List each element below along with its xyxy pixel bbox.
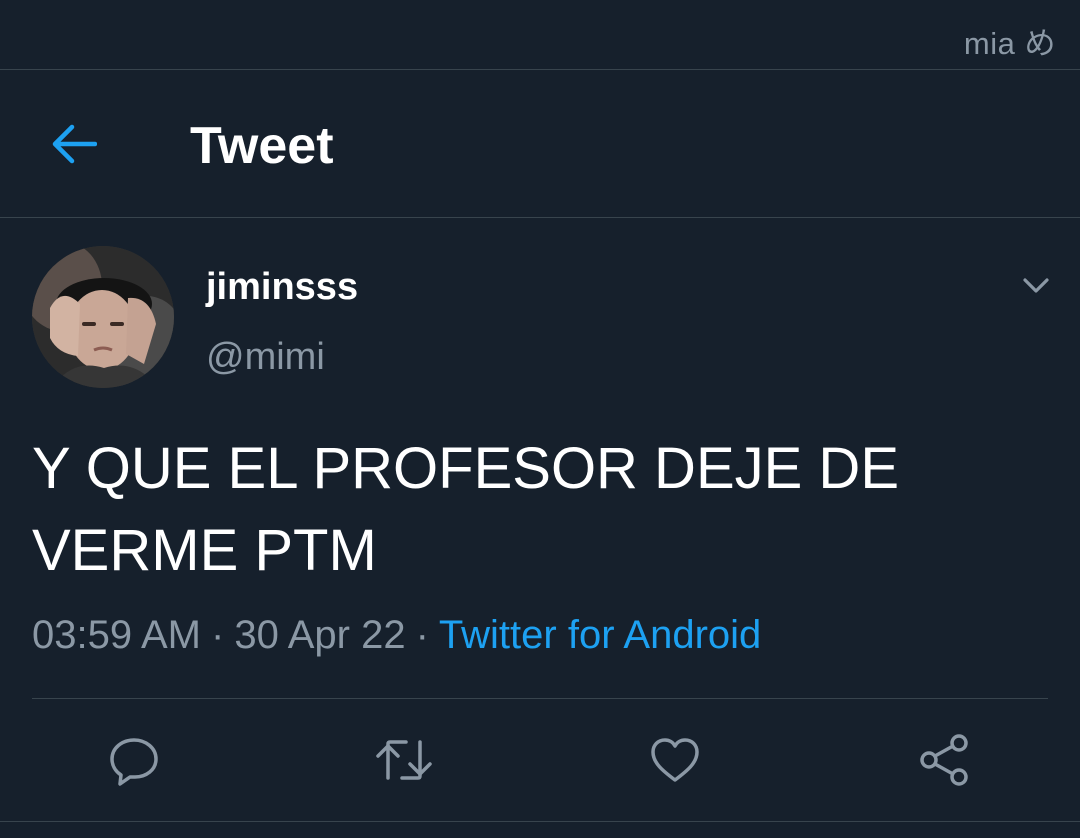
bottom-divider [0, 821, 1080, 822]
back-button[interactable] [44, 114, 104, 174]
chevron-down-icon [1023, 278, 1049, 293]
tweet-text: Y QUE EL PROFESOR DEJE DE VERME PTM [32, 436, 899, 583]
action-bar [0, 720, 1080, 800]
like-button[interactable] [645, 730, 705, 790]
tweet-date: 30 Apr 22 [234, 613, 406, 657]
page-title: Tweet [190, 117, 334, 175]
reply-button[interactable] [104, 730, 164, 790]
watermark-text: mia め [963, 26, 1056, 61]
tweet-page: mia め Tweet jiminsss @mimi Y QUE EL PROF… [0, 0, 1080, 838]
share-button[interactable] [915, 730, 975, 790]
meta-separator: · [211, 613, 225, 657]
arrow-left-icon [52, 124, 97, 164]
meta-divider [32, 698, 1048, 699]
display-name[interactable]: jiminsss [206, 266, 358, 309]
header-divider [0, 217, 1080, 218]
meta-separator: · [415, 613, 429, 657]
more-options-button[interactable] [1014, 266, 1058, 306]
retweet-icon [376, 740, 432, 780]
tweet-time: 03:59 AM [32, 613, 202, 657]
tweet-source-link[interactable]: Twitter for Android [439, 613, 761, 657]
reply-icon [110, 738, 158, 786]
tweet-meta: 03:59 AM · 30 Apr 22 · Twitter for Android [32, 613, 761, 658]
app-header: Tweet [0, 70, 1080, 217]
avatar[interactable] [32, 246, 174, 388]
avatar-photo [32, 246, 174, 388]
share-icon [920, 734, 968, 786]
user-handle[interactable]: @mimi [206, 336, 325, 379]
retweet-button[interactable] [374, 730, 434, 790]
heart-icon [651, 738, 699, 782]
